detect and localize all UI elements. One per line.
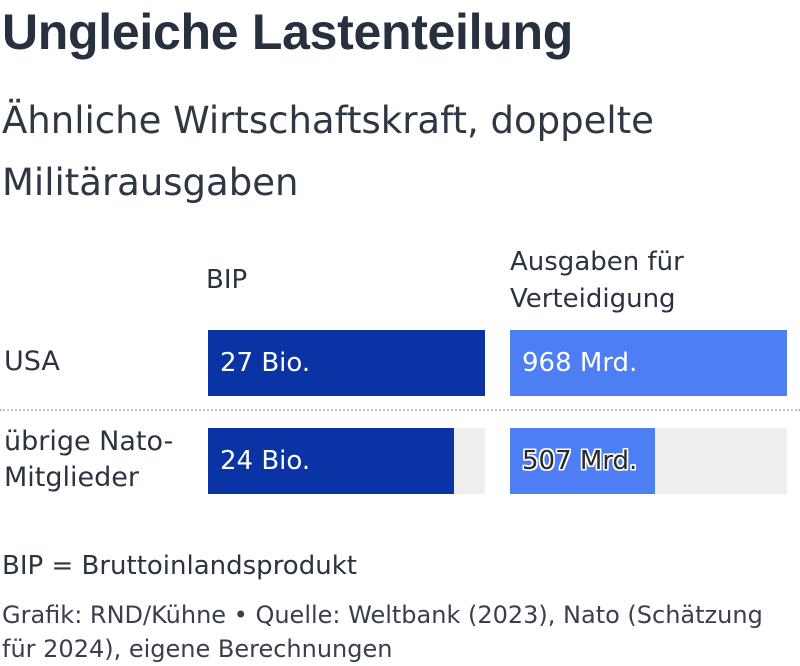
bar-label-usa-defense: 968 Mrd. [522, 348, 638, 378]
chart-subtitle: Ähnliche Wirtschaftskraft, doppelte Mili… [2, 99, 654, 204]
bar-other-gdp: 24 Bio. [208, 428, 455, 494]
column-header-gdp: BIP [206, 265, 248, 295]
track-other-gdp: 24 Bio. [208, 428, 485, 494]
track-usa-gdp: 27 Bio. [208, 330, 485, 396]
bar-usa-defense: 968 Mrd. [510, 330, 787, 396]
bar-label-usa-gdp: 27 Bio. [220, 348, 311, 378]
abbreviation-note: BIP = Bruttoinlandsprodukt [2, 551, 357, 581]
bar-label-other-gdp: 24 Bio. [220, 446, 311, 476]
track-usa-defense: 968 Mrd. [510, 330, 787, 396]
row-label-usa: USA [4, 346, 60, 377]
bar-label-other-defense: 507 Mrd. [522, 446, 638, 476]
chart-title: Ungleiche Lastenteilung [2, 4, 573, 60]
row-divider [0, 409, 800, 411]
column-header-defense: Ausgaben für Verteidigung [510, 247, 684, 314]
source-credit: Grafik: RND/Kühne • Quelle: Weltbank (20… [2, 601, 763, 663]
bar-other-defense: 507 Mrd. [510, 428, 656, 494]
row-label-other-nato: übrige Nato-Mitglieder [4, 426, 174, 493]
bar-usa-gdp: 27 Bio. [208, 330, 485, 396]
track-other-defense: 507 Mrd. [510, 428, 787, 494]
